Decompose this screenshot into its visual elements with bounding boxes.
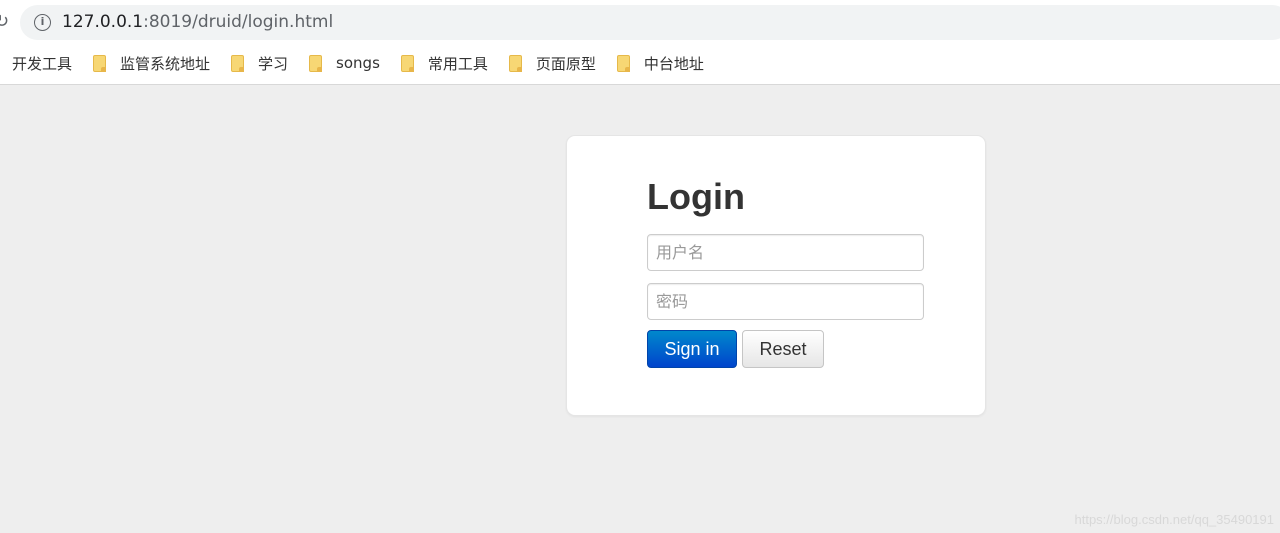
bookmark-middle-platform[interactable]: 中台地址 [616,48,704,78]
folder-icon [400,54,414,72]
watermark: https://blog.csdn.net/qq_35490191 [1074,512,1275,527]
sign-in-button[interactable]: Sign in [647,330,737,368]
folder-icon [309,54,323,72]
bookmark-page-prototype[interactable]: 页面原型 [508,48,596,78]
info-icon[interactable]: i [34,14,51,31]
url-path: :8019/druid/login.html [143,12,334,32]
bookmarks-bar: 开发工具 监管系统地址 学习 songs 常用工具 页面原型 中台地址 [0,48,1280,78]
bookmark-label: songs [336,54,380,72]
bookmark-monitor-system[interactable]: 监管系统地址 [93,48,210,78]
username-input[interactable] [647,234,924,271]
folder-icon [508,54,522,72]
reset-button[interactable]: Reset [742,330,824,368]
bookmark-study[interactable]: 学习 [231,48,288,78]
bookmark-label: 常用工具 [427,54,488,73]
bookmark-songs[interactable]: songs [309,48,380,78]
browser-chrome: ↻ i 127.0.0.1:8019/druid/login.html 开发工具… [0,0,1280,85]
bookmark-label: 中台地址 [643,54,704,73]
reload-icon[interactable]: ↻ [0,10,9,32]
login-card: Login Sign in Reset [566,135,986,416]
folder-icon [231,54,245,72]
bookmark-label: 学习 [258,54,289,73]
address-bar[interactable]: i 127.0.0.1:8019/druid/login.html [20,5,1280,40]
url-host: 127.0.0.1 [62,12,144,32]
bookmark-label: 监管系统地址 [120,54,211,73]
login-title: Login [647,176,745,217]
folder-icon [616,54,630,72]
folder-icon [93,54,107,72]
bookmark-dev-tools[interactable]: 开发工具 [12,48,72,78]
bookmark-label: 开发工具 [12,54,73,73]
bookmark-common-tools[interactable]: 常用工具 [400,48,488,78]
password-input[interactable] [647,283,924,320]
bookmark-label: 页面原型 [535,54,596,73]
url-text[interactable]: 127.0.0.1:8019/druid/login.html [62,5,333,40]
